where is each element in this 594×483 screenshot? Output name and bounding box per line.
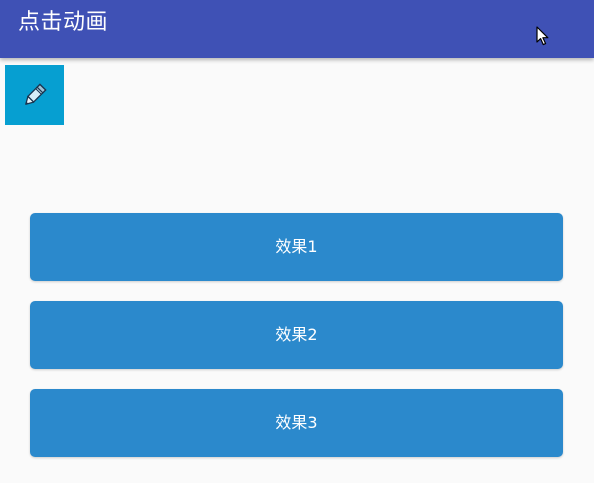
effect-2-label: 效果2 [275, 325, 318, 344]
effect-3-label: 效果3 [275, 413, 318, 432]
mouse-cursor-icon [536, 26, 549, 46]
effect-1-label: 效果1 [275, 237, 318, 256]
effect-3-button[interactable]: 效果3 [30, 389, 563, 457]
app-bar: 点击动画 [0, 0, 594, 58]
effect-2-button[interactable]: 效果2 [30, 301, 563, 369]
app-screen: 点击动画 效果1 效果2 效果3 [0, 0, 594, 483]
pencil-icon [24, 83, 47, 105]
edit-button[interactable] [5, 65, 64, 125]
effect-1-button[interactable]: 效果1 [30, 213, 563, 281]
app-title: 点击动画 [18, 10, 109, 35]
